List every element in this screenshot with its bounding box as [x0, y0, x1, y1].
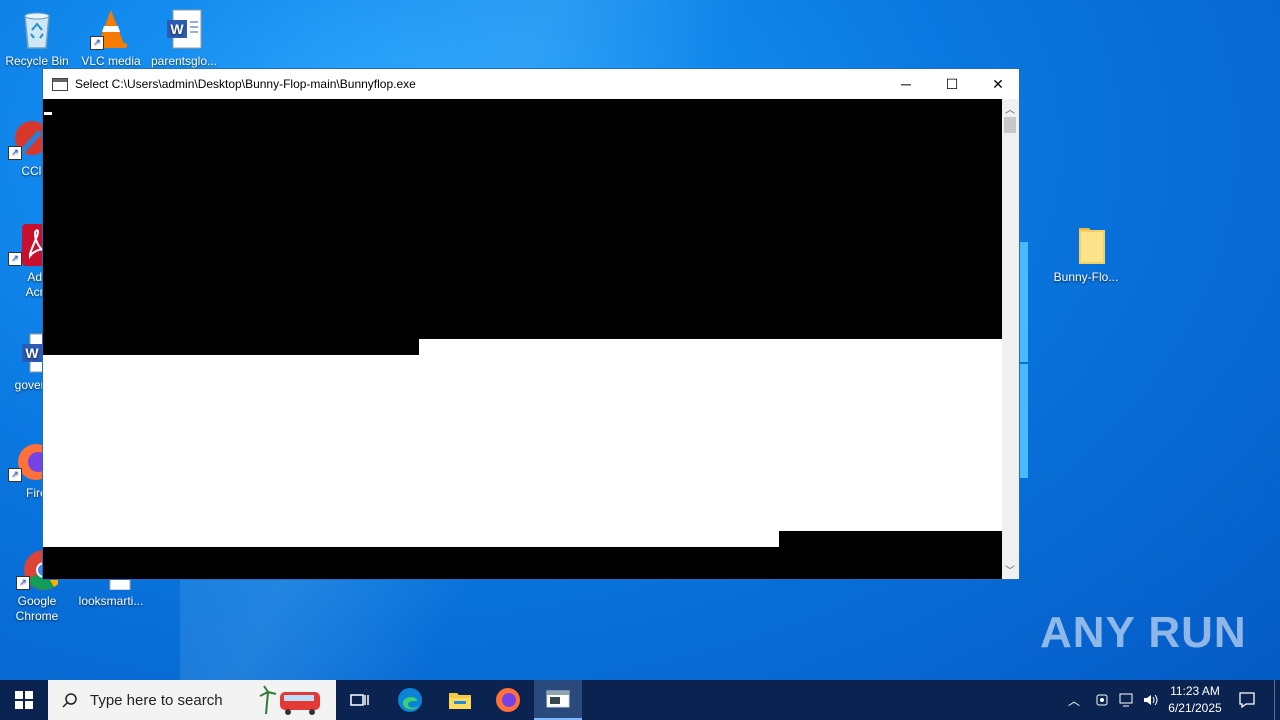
search-placeholder: Type here to search	[90, 691, 223, 709]
notification-icon	[1239, 692, 1255, 709]
windows-logo-icon	[15, 691, 33, 709]
firefox-icon	[496, 688, 520, 712]
desktop-icon-label: Bunny-Flo...	[1053, 270, 1119, 284]
white-output-block-1	[419, 339, 1003, 355]
desktop-icon-recycle-bin[interactable]: Recycle Bin	[0, 8, 76, 69]
maximize-button[interactable]: ☐	[929, 69, 975, 99]
shortcut-arrow-icon: ↗	[90, 36, 104, 50]
speaker-icon	[1144, 694, 1158, 706]
text-cursor	[44, 112, 52, 115]
desktop-icon-word-doc[interactable]: W parentsglo...	[145, 8, 223, 69]
vertical-scrollbar[interactable]: ︿ ﹀	[1002, 99, 1019, 579]
task-view-icon	[350, 694, 369, 706]
console-output-area[interactable]	[43, 99, 1003, 579]
scrollbar-thumb[interactable]	[1004, 117, 1016, 133]
maximize-icon: ☐	[945, 75, 959, 92]
edge-icon	[398, 688, 422, 712]
wallpaper-beam-right	[1020, 364, 1028, 478]
window-titlebar[interactable]: Select C:\Users\admin\Desktop\Bunny-Flop…	[43, 69, 1019, 99]
taskbar-console-button[interactable]	[534, 680, 582, 720]
search-icon	[62, 693, 77, 708]
anyrun-watermark: ANY RUN	[1040, 608, 1247, 657]
scroll-down-arrow-icon[interactable]: ﹀	[1005, 562, 1015, 577]
minimize-button[interactable]: ─	[883, 69, 929, 99]
shortcut-arrow-icon: ↗	[16, 576, 30, 590]
desktop-icon-label: VLC media	[81, 54, 141, 68]
scroll-up-arrow-icon[interactable]: ︿	[1005, 101, 1015, 116]
taskbar-edge-button[interactable]	[386, 680, 434, 720]
recycle-bin-icon	[16, 8, 58, 50]
svg-text:W: W	[170, 21, 184, 37]
shortcut-arrow-icon: ↗	[8, 468, 22, 482]
network-icon	[1119, 693, 1133, 707]
close-button[interactable]: ✕	[975, 69, 1021, 99]
tray-network-icon[interactable]	[1118, 680, 1136, 720]
console-window-icon	[546, 690, 570, 708]
shortcut-arrow-icon: ↗	[8, 252, 22, 266]
tray-network-sync-icon[interactable]	[1094, 680, 1110, 720]
close-icon: ✕	[992, 75, 1004, 92]
shortcut-arrow-icon: ↗	[8, 146, 22, 160]
tray-volume-icon[interactable]	[1142, 680, 1160, 720]
task-view-button[interactable]	[336, 680, 384, 720]
clock-time: 11:23 AM	[1170, 684, 1220, 698]
folder-icon	[1065, 224, 1107, 266]
word-document-icon: W	[163, 8, 205, 50]
wallpaper-beam-right	[1020, 242, 1028, 362]
desktop-icon-bunny-flop-folder[interactable]: Bunny-Flo...	[1047, 224, 1125, 285]
clock-date: 6/21/2025	[1168, 701, 1222, 715]
desktop-icon-label: parentsglo...	[150, 54, 218, 68]
taskbar-clock[interactable]: 11:23 AM 6/21/2025	[1160, 683, 1230, 717]
minimize-icon: ─	[901, 76, 911, 92]
tray-show-hidden-icons[interactable]: ︿	[1068, 680, 1080, 720]
chevron-up-icon: ︿	[1068, 693, 1081, 708]
taskbar: Type here to search ︿ 11:23 AM 6/21/2025	[0, 680, 1280, 720]
taskbar-search-box[interactable]: Type here to search	[48, 680, 336, 720]
taskbar-file-explorer-button[interactable]	[436, 680, 484, 720]
vlc-cone-icon: ↗	[90, 8, 132, 50]
desktop-icon-label: Recycle Bin	[5, 54, 69, 68]
svg-text:W: W	[25, 345, 39, 361]
folder-icon	[449, 693, 471, 709]
start-button[interactable]	[0, 680, 48, 720]
notification-center-button[interactable]	[1238, 680, 1256, 720]
sync-icon	[1096, 694, 1108, 706]
desktop-icon-label: Google Chrome	[15, 594, 59, 623]
console-window[interactable]: Select C:\Users\admin\Desktop\Bunny-Flop…	[42, 68, 1020, 580]
search-highlight-beach-icon	[259, 685, 320, 715]
show-desktop-strip[interactable]	[1274, 680, 1280, 720]
white-output-block-3	[43, 531, 779, 547]
desktop-icon-label: looksmarti...	[78, 594, 144, 608]
white-output-block-2	[43, 355, 1003, 531]
console-app-icon	[52, 77, 68, 91]
window-title: Select C:\Users\admin\Desktop\Bunny-Flop…	[75, 77, 416, 91]
desktop-icon-vlc[interactable]: ↗ VLC media	[72, 8, 150, 69]
taskbar-firefox-button[interactable]	[484, 680, 532, 720]
